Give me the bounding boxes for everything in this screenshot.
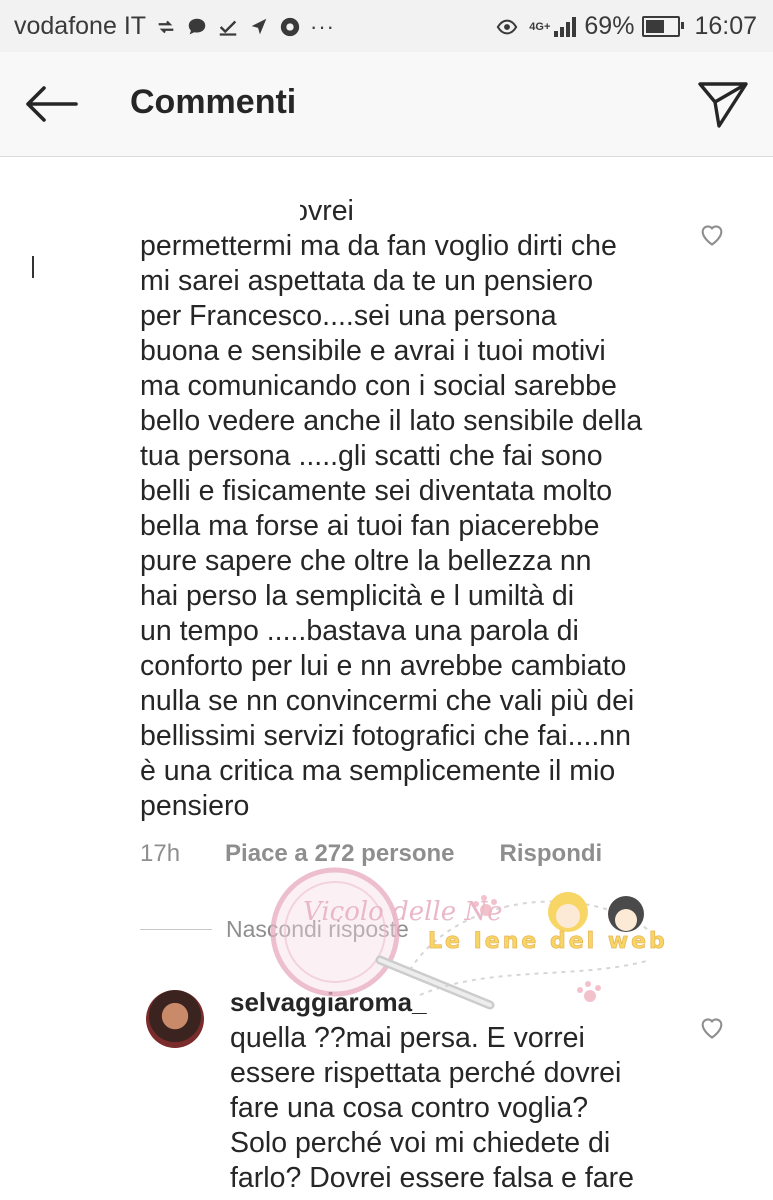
- watermark-le-iene-del-web: Le Iene del web: [409, 892, 668, 1002]
- chat-bubble-icon: [188, 18, 206, 34]
- network-type: 4G+: [529, 20, 551, 33]
- avatar[interactable]: [146, 990, 204, 1048]
- reply-username[interactable]: selvaggiaroma_: [230, 987, 427, 1018]
- divider: [140, 929, 212, 930]
- eye-comfort-icon: [496, 19, 518, 34]
- hide-replies-label: Nascondi risposte: [226, 916, 409, 942]
- battery-percent: 69%: [584, 12, 635, 40]
- battery-icon: [642, 16, 685, 37]
- signal-icon: [554, 16, 577, 37]
- sync-icon: [158, 20, 174, 33]
- reply-button[interactable]: Rispondi: [500, 840, 603, 868]
- likes-count[interactable]: Piace a 272 persone: [225, 840, 454, 868]
- comment-meta: 17h Piace a 272 persone Rispondi: [140, 840, 602, 868]
- avatar[interactable]: [22, 218, 104, 300]
- watermark-right-text: Le Iene del web: [428, 929, 668, 954]
- reply-text: quella ??mai persa. E vorrei essere risp…: [230, 1022, 634, 1194]
- carrier-name: vodafone IT: [14, 12, 147, 40]
- redacted-username: [140, 196, 300, 222]
- status-bar: vodafone IT ··· 4G+ 69% 16:07: [0, 0, 773, 52]
- like-heart-icon[interactable]: [698, 1013, 726, 1041]
- navigation-icon: [251, 18, 267, 34]
- chrome-icon: [280, 17, 300, 36]
- comment-time: 17h: [140, 840, 181, 867]
- paper-plane-icon[interactable]: [697, 78, 749, 130]
- hide-replies-button[interactable]: Nascondi risposte: [140, 916, 409, 943]
- page-title: Commenti: [130, 83, 297, 121]
- back-arrow-icon[interactable]: [22, 84, 78, 124]
- comment-text: So che nn dovrei permettermi ma da fan v…: [140, 195, 643, 822]
- more-notifications-icon: ···: [310, 13, 336, 39]
- app-header: Commenti: [0, 52, 773, 157]
- like-heart-icon[interactable]: [698, 220, 726, 248]
- battery-fill: [646, 20, 665, 33]
- download-done-icon: [219, 20, 237, 36]
- clock: 16:07: [694, 12, 757, 40]
